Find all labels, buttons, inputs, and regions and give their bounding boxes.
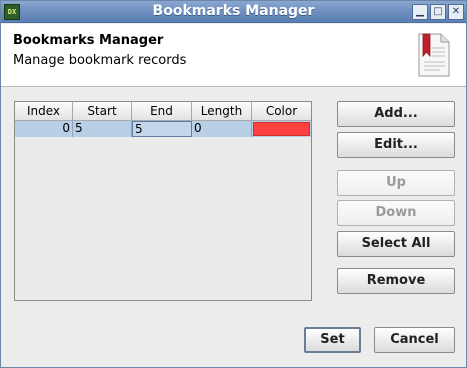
bookmarks-manager-dialog: DX Bookmarks Manager ▁ □ ✕ Bookmarks Man… [0,0,467,368]
column-header-color[interactable]: Color [252,102,311,121]
set-button[interactable]: Set [304,327,361,353]
table-header: Index Start End Length Color [15,102,311,121]
select-all-button[interactable]: Select All [337,231,455,257]
add-button[interactable]: Add... [337,101,455,127]
close-icon[interactable]: ✕ [448,4,464,20]
bookmark-document-icon [418,33,450,77]
header-subtitle: Manage bookmark records [13,53,187,68]
header-title: Bookmarks Manager [13,33,164,48]
column-header-index[interactable]: Index [15,102,73,121]
minimize-icon[interactable]: ▁ [412,4,428,20]
cell-end[interactable]: 5 [132,121,192,137]
window-title: Bookmarks Manager [152,3,315,19]
remove-button[interactable]: Remove [337,268,455,294]
bookmarks-table[interactable]: Index Start End Length Color 0 5 5 0 [14,101,312,301]
cancel-button[interactable]: Cancel [374,327,455,353]
cell-index[interactable]: 0 [15,121,73,137]
column-header-start[interactable]: Start [73,102,132,121]
cell-length[interactable]: 0 [192,121,252,137]
up-button[interactable]: Up [337,170,455,196]
column-header-end[interactable]: End [132,102,192,121]
cell-start[interactable]: 5 [73,121,132,137]
maximize-icon[interactable]: □ [430,4,446,20]
dialog-header: Bookmarks Manager Manage bookmark record… [1,24,466,87]
down-button[interactable]: Down [337,200,455,226]
table-row[interactable]: 0 5 5 0 [15,121,311,137]
column-header-length[interactable]: Length [192,102,252,121]
title-bar[interactable]: DX Bookmarks Manager ▁ □ ✕ [1,1,466,23]
edit-button[interactable]: Edit... [337,132,455,158]
cell-color-swatch[interactable] [253,122,310,136]
